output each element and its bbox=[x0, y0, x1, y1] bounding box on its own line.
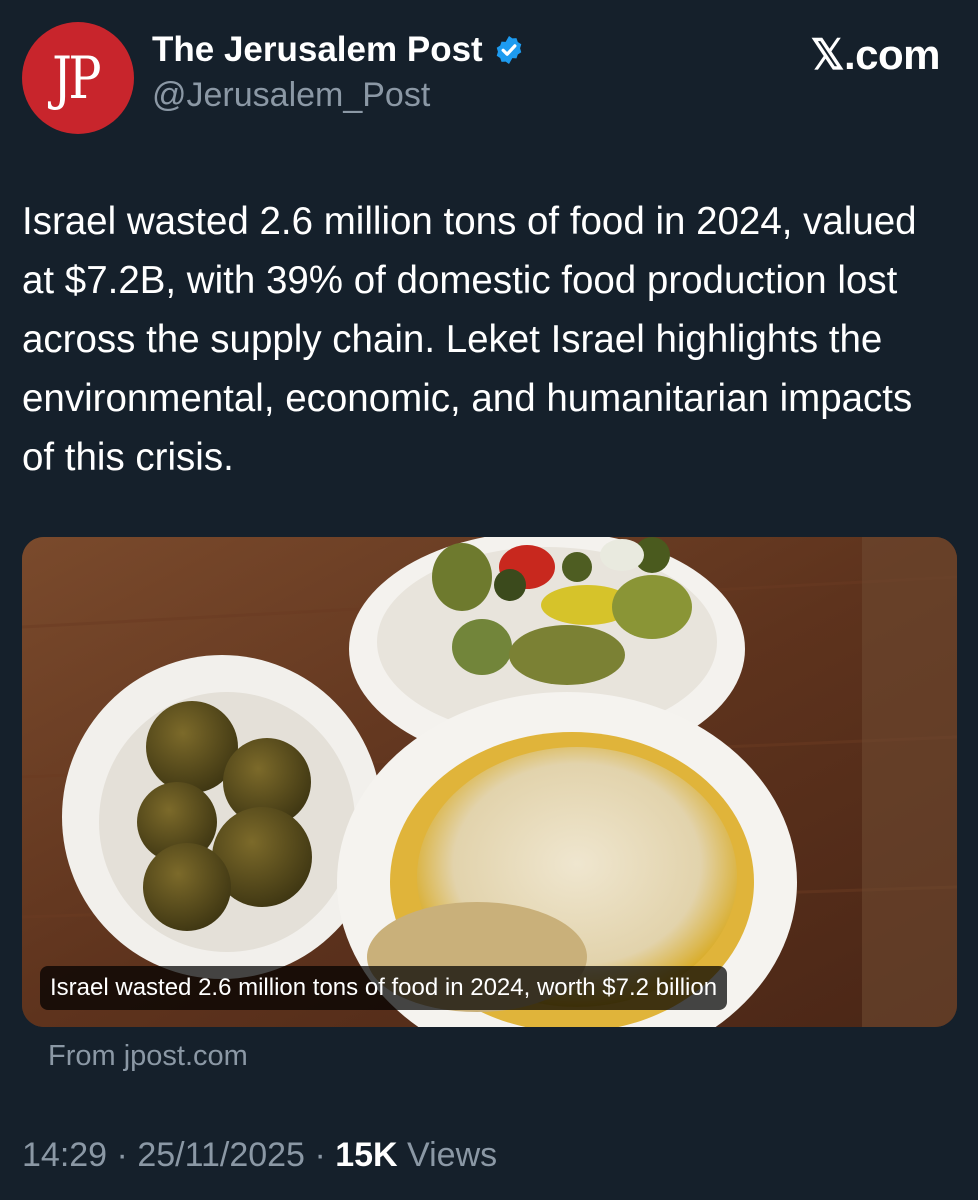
avatar-logo-text: JP bbox=[51, 44, 102, 112]
author-name[interactable]: The Jerusalem Post bbox=[152, 30, 483, 70]
meta-separator: · bbox=[116, 1136, 128, 1174]
tweet-date[interactable]: 25/11/2025 bbox=[137, 1136, 305, 1174]
x-brand-label: 𝕏.com bbox=[810, 31, 941, 78]
link-source[interactable]: From jpost.com bbox=[48, 1040, 248, 1073]
link-card-caption: Israel wasted 2.6 million tons of food i… bbox=[40, 966, 728, 1010]
views-count[interactable]: 15K bbox=[335, 1136, 397, 1174]
tweet-time[interactable]: 14:29 bbox=[22, 1136, 107, 1174]
food-photo bbox=[22, 537, 957, 1027]
verified-badge-icon bbox=[496, 36, 521, 64]
author-handle[interactable]: @Jerusalem_Post bbox=[152, 76, 430, 115]
meta-separator: · bbox=[314, 1136, 326, 1174]
tweet-meta: 14:29 · 25/11/2025 · 15K Views bbox=[22, 1136, 497, 1175]
author-name-row[interactable]: The Jerusalem Post bbox=[152, 30, 525, 70]
author-avatar[interactable]: JP bbox=[22, 22, 134, 134]
link-card[interactable] bbox=[22, 537, 957, 1027]
views-label: Views bbox=[407, 1136, 498, 1174]
tweet-text: Israel wasted 2.6 million tons of food i… bbox=[22, 200, 917, 479]
